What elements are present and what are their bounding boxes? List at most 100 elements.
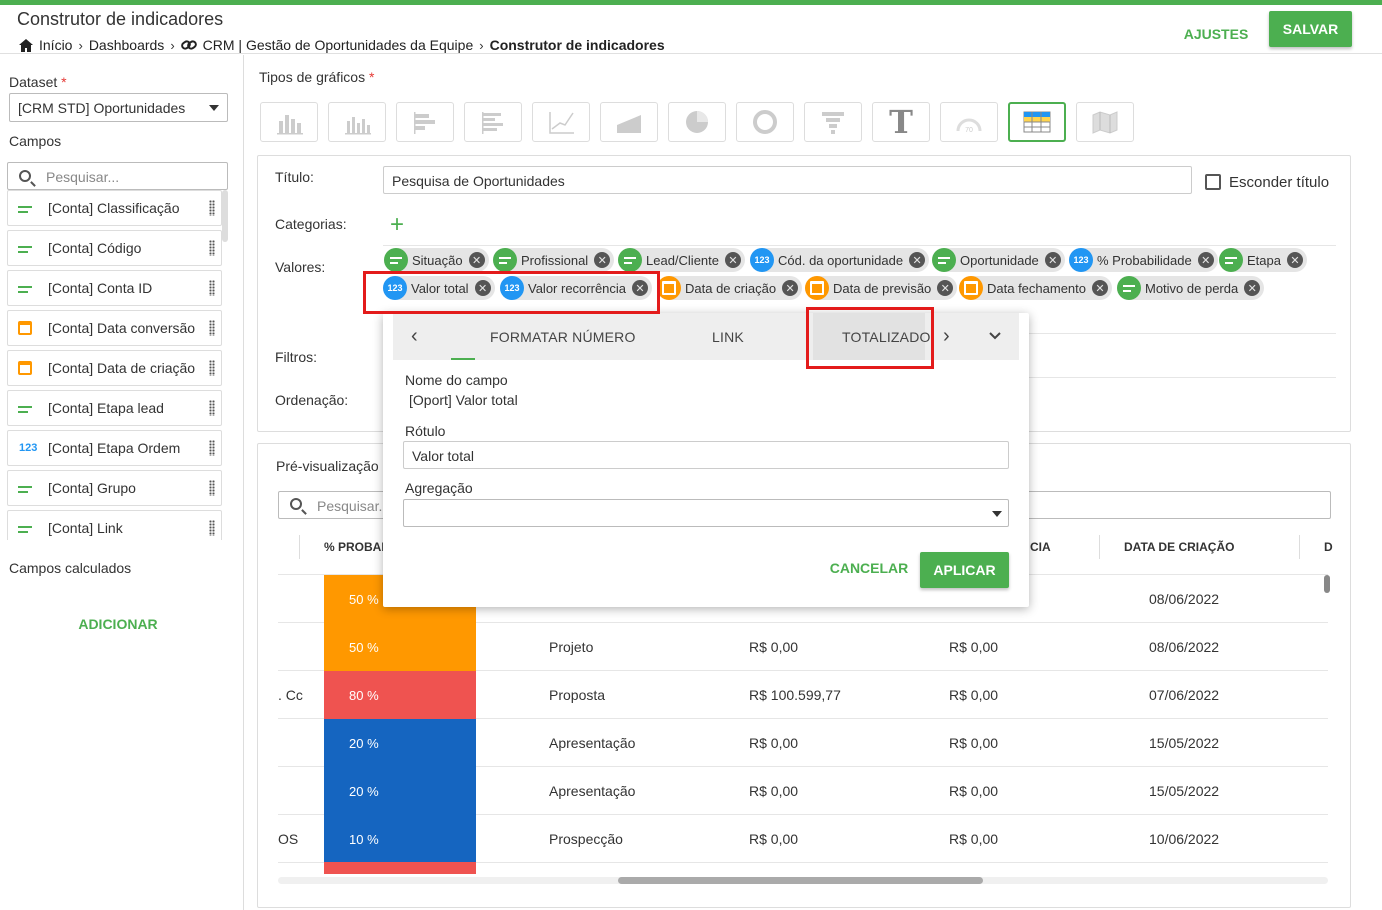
add-calculated-field-button[interactable]: ADICIONAR bbox=[76, 609, 160, 639]
text-field-icon bbox=[932, 248, 956, 272]
value-chip[interactable]: Data de previsão ✕ bbox=[805, 276, 958, 300]
table-row[interactable]: 20 % Apresentação R$ 0,00 R$ 0,00 15/05/2022 bbox=[278, 767, 1328, 815]
chart-type-button[interactable] bbox=[328, 102, 386, 142]
tab-link[interactable]: LINK bbox=[712, 329, 744, 345]
drag-handle-icon[interactable] bbox=[209, 360, 215, 376]
breadcrumb-dashboards[interactable]: Dashboards bbox=[89, 37, 165, 53]
table-row[interactable]: 20 % Apresentação R$ 0,00 R$ 0,00 15/05/2022 bbox=[278, 719, 1328, 767]
home-icon[interactable] bbox=[19, 38, 33, 52]
chart-type-button[interactable] bbox=[260, 102, 318, 142]
value-chip[interactable]: Oportunidade ✕ bbox=[932, 248, 1065, 272]
field-item[interactable]: [Conta] Data de criação bbox=[7, 350, 222, 386]
adjust-button[interactable]: AJUSTES bbox=[1180, 19, 1252, 49]
value-chip[interactable]: Situação ✕ bbox=[384, 248, 489, 272]
chart-type-button[interactable] bbox=[464, 102, 522, 142]
value-chip[interactable]: Etapa ✕ bbox=[1219, 248, 1307, 272]
field-item[interactable]: [Conta] Classificação bbox=[7, 190, 222, 226]
chevron-down-icon[interactable] bbox=[989, 332, 1001, 340]
title-input[interactable]: Pesquisa de Oportunidades bbox=[383, 166, 1192, 194]
value-chip[interactable]: Lead/Cliente ✕ bbox=[618, 248, 745, 272]
text-field-icon bbox=[1219, 248, 1243, 272]
field-item[interactable]: [Conta] Grupo bbox=[7, 470, 222, 506]
text-field-icon bbox=[1117, 276, 1141, 300]
chevron-left-icon[interactable]: ‹ bbox=[411, 325, 418, 348]
column-header-probability[interactable]: % PROBAB bbox=[324, 540, 390, 554]
dataset-value: [CRM STD] Oportunidades bbox=[18, 100, 186, 116]
cell-data-criacao: 15/05/2022 bbox=[1149, 735, 1220, 751]
remove-chip-icon[interactable]: ✕ bbox=[1197, 252, 1214, 268]
column-header-recorrencia[interactable]: CIA bbox=[1030, 540, 1051, 554]
field-label: [Conta] Código bbox=[48, 240, 142, 256]
probability-cell: 10 % bbox=[324, 815, 476, 863]
drag-handle-icon[interactable] bbox=[209, 520, 215, 536]
table-row[interactable]: 50 % Projeto R$ 0,00 R$ 0,00 08/06/2022 bbox=[278, 623, 1328, 671]
drag-handle-icon[interactable] bbox=[209, 400, 215, 416]
add-category-icon[interactable]: + bbox=[390, 213, 404, 237]
chart-type-button[interactable] bbox=[804, 102, 862, 142]
chart-type-button[interactable]: T bbox=[872, 102, 930, 142]
drag-handle-icon[interactable] bbox=[209, 440, 215, 456]
drag-handle-icon[interactable] bbox=[209, 280, 215, 296]
chart-type-button[interactable]: 70 bbox=[940, 102, 998, 142]
remove-chip-icon[interactable]: ✕ bbox=[1092, 280, 1109, 296]
field-item[interactable]: [Conta] Etapa lead bbox=[7, 390, 222, 426]
fields-scrollbar[interactable] bbox=[222, 190, 228, 242]
tab-format-number[interactable]: FORMATAR NÚMERO bbox=[490, 329, 636, 345]
table-row[interactable]: OS 10 % Prospecção R$ 0,00 R$ 0,00 10/06/2022 bbox=[278, 815, 1328, 863]
field-item[interactable]: [Conta] Link bbox=[7, 510, 222, 540]
cell-etapa: Apresentação bbox=[549, 783, 636, 799]
value-chip[interactable]: Data fechamento ✕ bbox=[959, 276, 1113, 300]
remove-chip-icon[interactable]: ✕ bbox=[1044, 252, 1061, 268]
remove-chip-icon[interactable]: ✕ bbox=[1286, 252, 1303, 268]
cancel-button[interactable]: CANCELAR bbox=[829, 553, 909, 583]
remove-chip-icon[interactable]: ✕ bbox=[909, 252, 926, 268]
chart-type-button[interactable] bbox=[668, 102, 726, 142]
drag-handle-icon[interactable] bbox=[209, 240, 215, 256]
text-field-icon bbox=[493, 248, 517, 272]
value-chip[interactable]: Data de criação ✕ bbox=[657, 276, 803, 300]
table-scrollbar-vertical[interactable] bbox=[1324, 575, 1330, 593]
chart-type-button[interactable] bbox=[736, 102, 794, 142]
remove-chip-icon[interactable]: ✕ bbox=[725, 252, 741, 268]
value-chip[interactable]: Motivo de perda ✕ bbox=[1117, 276, 1265, 300]
drag-handle-icon[interactable] bbox=[209, 200, 215, 216]
field-item[interactable]: [Conta] Conta ID bbox=[7, 270, 222, 306]
drag-handle-icon[interactable] bbox=[209, 480, 215, 496]
chevron-down-icon bbox=[992, 511, 1002, 517]
value-chip[interactable]: 123 Cód. da oportunidade ✕ bbox=[750, 248, 930, 272]
hide-title-checkbox[interactable] bbox=[1205, 174, 1221, 190]
field-item[interactable]: [Conta] Código bbox=[7, 230, 222, 266]
drag-handle-icon[interactable] bbox=[209, 320, 215, 336]
label-input[interactable]: Valor total bbox=[403, 441, 1009, 469]
remove-chip-icon[interactable]: ✕ bbox=[468, 252, 485, 268]
chart-type-button[interactable] bbox=[600, 102, 658, 142]
fields-search-input[interactable]: Pesquisar... bbox=[7, 162, 228, 190]
column-header-data-criacao[interactable]: DATA DE CRIAÇÃO bbox=[1124, 540, 1234, 554]
save-button[interactable]: SALVAR bbox=[1269, 11, 1352, 47]
breadcrumb-home[interactable]: Início bbox=[39, 37, 72, 53]
breadcrumb-dashboard[interactable]: CRM | Gestão de Oportunidades da Equipe bbox=[203, 37, 474, 53]
filters-label: Filtros: bbox=[275, 349, 317, 365]
table-row[interactable]: . Cc 80 % Proposta R$ 100.599,77 R$ 0,00 07/0… bbox=[278, 671, 1328, 719]
remove-chip-icon[interactable]: ✕ bbox=[782, 280, 799, 296]
table-scrollbar-horizontal[interactable] bbox=[618, 877, 983, 884]
remove-chip-icon[interactable]: ✕ bbox=[594, 252, 611, 268]
remove-chip-icon[interactable]: ✕ bbox=[937, 280, 954, 296]
field-item[interactable]: 123 [Conta] Etapa Ordem bbox=[7, 430, 222, 466]
line-chart-icon bbox=[549, 112, 574, 134]
value-chip[interactable]: 123% Probabilidade ✕ bbox=[1069, 248, 1218, 272]
apply-button[interactable]: APLICAR bbox=[920, 552, 1009, 588]
field-item[interactable]: [Conta] Data conversão bbox=[7, 310, 222, 346]
chart-type-button[interactable] bbox=[532, 102, 590, 142]
value-chip[interactable]: Profissional ✕ bbox=[493, 248, 615, 272]
search-placeholder: Pesquisar... bbox=[317, 498, 391, 514]
column-divider bbox=[299, 535, 300, 559]
chart-type-button[interactable] bbox=[1008, 102, 1066, 142]
aggregation-select[interactable] bbox=[403, 499, 1009, 527]
chart-type-button[interactable] bbox=[1076, 102, 1134, 142]
column-header-next[interactable]: D bbox=[1324, 540, 1333, 554]
dataset-select[interactable]: [CRM STD] Oportunidades bbox=[9, 93, 228, 122]
chevron-right-icon[interactable]: › bbox=[943, 325, 950, 348]
remove-chip-icon[interactable]: ✕ bbox=[1244, 280, 1261, 296]
chart-type-button[interactable] bbox=[396, 102, 454, 142]
